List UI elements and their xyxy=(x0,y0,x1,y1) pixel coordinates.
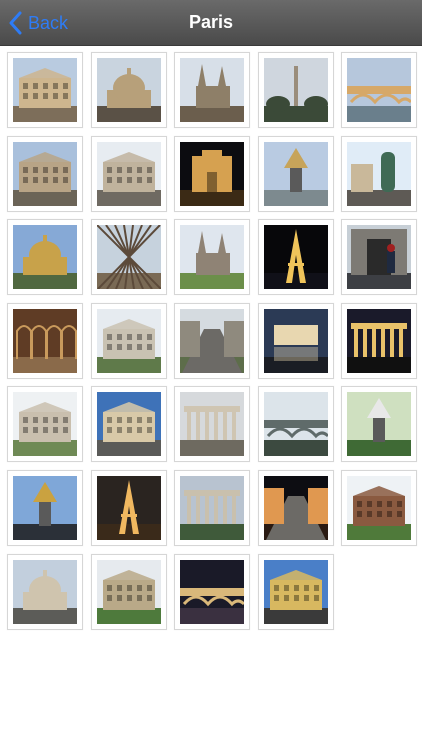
photo-thumbnail[interactable] xyxy=(174,553,251,630)
photo-thumbnail[interactable] xyxy=(174,386,251,463)
photo-thumbnail[interactable] xyxy=(174,470,251,546)
photo-thumbnail[interactable] xyxy=(341,52,418,128)
photo-thumbnail[interactable] xyxy=(90,219,167,296)
photo-columned-facade xyxy=(180,392,245,457)
photo-obelisk-square xyxy=(263,58,328,122)
photo-apartment-building xyxy=(96,141,161,206)
photo-seine-night xyxy=(180,559,245,624)
photo-thumbnail[interactable] xyxy=(7,135,83,212)
photo-invalides-dome xyxy=(13,225,77,290)
photo-lamppost-facade xyxy=(96,392,161,457)
photo-arc-night xyxy=(263,476,328,540)
photo-cathedral-night xyxy=(180,141,245,206)
navigation-bar: Back Paris xyxy=(0,0,422,46)
photo-thumbnail[interactable] xyxy=(174,135,251,212)
photo-thumbnail[interactable] xyxy=(7,470,83,546)
photo-fountain-bridge xyxy=(263,392,328,457)
photo-thumbnail[interactable] xyxy=(341,219,418,296)
photo-madeleine-lit xyxy=(347,308,412,373)
photo-thumbnail[interactable] xyxy=(257,302,334,379)
page-title: Paris xyxy=(188,12,234,32)
photo-sainte-clotilde xyxy=(180,225,245,290)
photo-bridge-river xyxy=(347,58,412,122)
photo-thumbnail[interactable] xyxy=(174,302,251,379)
photo-avenue-aerial xyxy=(180,308,245,373)
photo-thumbnail[interactable] xyxy=(341,386,418,463)
photo-thumbnail[interactable] xyxy=(90,52,167,128)
photo-haussmann-building xyxy=(13,58,77,122)
photo-thumbnail[interactable] xyxy=(257,52,334,128)
photo-thumbnail[interactable] xyxy=(174,52,251,128)
photo-thumbnail[interactable] xyxy=(90,135,167,212)
photo-thumbnail[interactable] xyxy=(257,386,334,463)
photo-grand-palais xyxy=(180,476,245,540)
photo-opera-house xyxy=(13,141,77,206)
photo-golden-statue-gate xyxy=(263,141,328,206)
photo-thumbnail[interactable] xyxy=(174,219,251,296)
photo-thumbnail[interactable] xyxy=(257,470,334,546)
photo-thumbnail[interactable] xyxy=(90,386,167,463)
photo-thumbnail[interactable] xyxy=(7,302,83,379)
photo-eiffel-ironwork xyxy=(96,225,161,290)
photo-rodin-museum xyxy=(96,308,161,373)
photo-thumbnail[interactable] xyxy=(257,135,334,212)
photo-thumbnail[interactable] xyxy=(257,553,334,630)
photo-petit-palais xyxy=(13,559,77,624)
photo-reflecting-pool xyxy=(263,308,328,373)
photo-thumbnail[interactable] xyxy=(341,135,418,212)
photo-thumbnail[interactable] xyxy=(257,219,334,296)
photo-church-spire xyxy=(180,58,245,122)
photo-thumbnail[interactable] xyxy=(341,470,418,546)
photo-place-vosges xyxy=(347,476,412,540)
photo-advertising-column xyxy=(347,141,412,206)
photo-eiffel-night xyxy=(263,225,328,290)
photo-dome-lamppost xyxy=(96,58,161,122)
photo-park-fountain xyxy=(96,559,161,624)
photo-thumbnail[interactable] xyxy=(90,302,167,379)
photo-thumbnail[interactable] xyxy=(90,553,167,630)
photo-chateau-fountain xyxy=(13,392,77,457)
photo-thumbnail[interactable] xyxy=(7,553,83,630)
photo-golden-statue xyxy=(13,476,77,540)
photo-glass-gallery xyxy=(13,308,77,373)
photo-garden-statue xyxy=(347,392,412,457)
photo-thumbnail[interactable] xyxy=(341,302,418,379)
photo-guard-doorway xyxy=(347,225,412,290)
photo-thumbnail[interactable] xyxy=(7,52,83,128)
photo-thumbnail[interactable] xyxy=(7,219,83,296)
photo-thumbnail[interactable] xyxy=(7,386,83,463)
photo-louvre-sunset xyxy=(263,559,328,624)
photo-eiffel-dusk xyxy=(96,476,161,540)
photo-thumbnail[interactable] xyxy=(90,470,167,546)
